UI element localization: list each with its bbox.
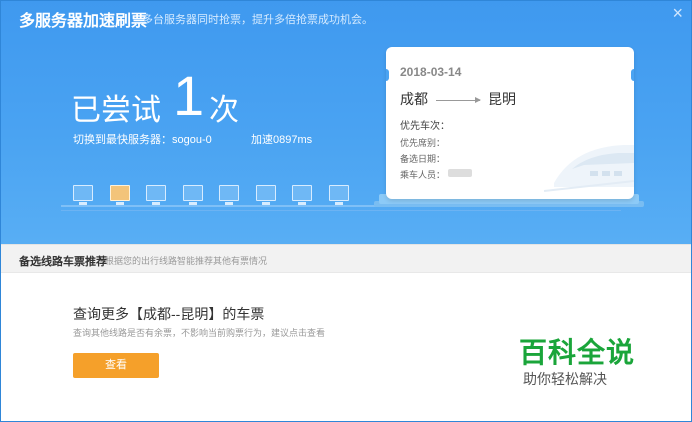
watermark-title: 百科全说 [519, 337, 636, 368]
query-more-title: 查询更多【成都--昆明】的车票 [73, 306, 265, 322]
ticket-to: 昆明 [488, 91, 516, 107]
server-monitor-icon [292, 185, 312, 205]
server-monitor-icon [182, 185, 203, 205]
priority-seat-label: 优先席别： [400, 138, 446, 148]
track-line-lower [61, 210, 621, 211]
ticket-acceleration-window: 多服务器加速刷票 多台服务器同时抢票，提升多倍抢票成功机会。 × 已尝试 1 次… [0, 0, 692, 422]
recommend-description: 根据您的出行线路智能推荐其他有票情况 [105, 256, 268, 266]
passenger-name-blurred [448, 169, 472, 177]
backup-date-label: 备选日期： [400, 154, 446, 164]
server-switch-text: 切换到最快服务器：sogou-0 [73, 134, 212, 146]
ticket-notch-right [631, 69, 634, 81]
close-icon[interactable]: × [672, 3, 683, 24]
watermark-tagline: 助你轻松解决 [523, 371, 607, 387]
server-monitor-icon [146, 185, 166, 205]
window-subtitle: 多台服务器同时抢票，提升多倍抢票成功机会。 [142, 14, 373, 26]
route-arrow-icon [436, 96, 481, 103]
speed-text: 加速0897ms [251, 134, 313, 146]
attempt-suffix: 次 [209, 94, 239, 127]
ticket-card: 2018-03-14 成都 昆明 优先车次： 优先席别： 备选日期： 乘车人员： [386, 47, 634, 199]
ticket-date: 2018-03-14 [400, 65, 462, 79]
ticket-from: 成都 [400, 91, 428, 107]
attempt-count: 1 [173, 64, 205, 127]
ticket-route: 成都 昆明 [400, 89, 516, 109]
server-monitor-icon [255, 185, 276, 205]
priority-train-label: 优先车次： [400, 121, 450, 132]
server-monitor-icon [109, 185, 130, 205]
train-icon [544, 145, 634, 192]
server-monitor-icon [219, 185, 239, 205]
window-title: 多服务器加速刷票 [19, 13, 148, 30]
attempt-prefix: 已尝试 [71, 94, 161, 127]
recommend-section-header: 备选线路车票推荐 根据您的出行线路智能推荐其他有票情况 [1, 244, 691, 273]
status-header-panel: 多服务器加速刷票 多台服务器同时抢票，提升多倍抢票成功机会。 × 已尝试 1 次… [1, 1, 691, 244]
ticket-notch-left [386, 69, 389, 81]
recommend-header: 备选线路车票推荐 [19, 256, 107, 268]
passengers-label: 乘车人员： [400, 170, 446, 180]
server-monitor-icon [328, 185, 349, 205]
query-more-description: 查询其他线路是否有余票，不影响当前购票行为，建议点击查看 [73, 328, 326, 338]
view-button[interactable]: 查看 [73, 353, 159, 378]
server-monitor-icon [73, 185, 93, 205]
